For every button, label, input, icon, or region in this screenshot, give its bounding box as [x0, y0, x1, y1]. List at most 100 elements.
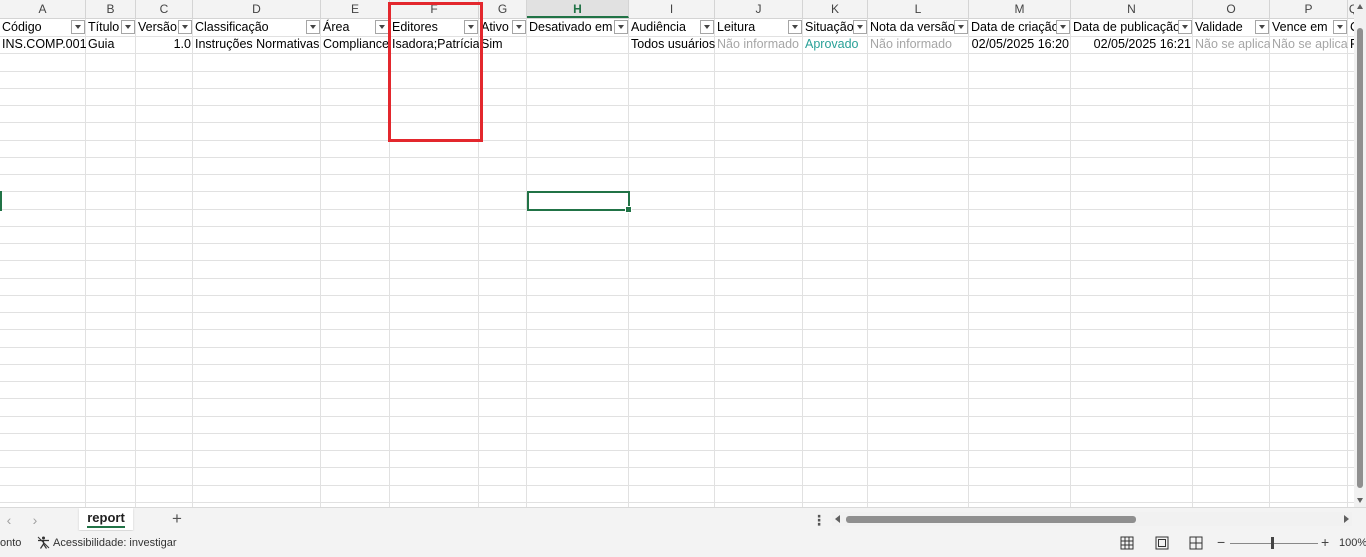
chevron-right-icon[interactable]: › [28, 513, 42, 527]
filter-dropdown-icon[interactable] [306, 20, 320, 34]
scroll-right-arrow-icon[interactable] [1344, 515, 1349, 523]
vertical-gridline [1347, 19, 1348, 507]
column-header-g[interactable]: G [479, 0, 527, 18]
filter-dropdown-icon[interactable] [954, 20, 968, 34]
vertical-scrollbar[interactable] [1354, 0, 1366, 507]
horizontal-gridline [0, 53, 1354, 55]
filter-dropdown-icon[interactable] [614, 20, 628, 34]
column-header-e[interactable]: E [321, 0, 390, 18]
filter-dropdown-icon[interactable] [71, 20, 85, 34]
horizontal-gridline [0, 415, 1354, 417]
vertical-gridline [714, 19, 715, 507]
data-cell-j[interactable]: Não informado [715, 36, 803, 53]
filter-dropdown-icon[interactable] [1255, 20, 1269, 34]
vertical-gridline [192, 19, 193, 507]
horizontal-gridline [0, 208, 1354, 210]
page-layout-view-icon[interactable] [1155, 536, 1169, 550]
column-header-j[interactable]: J [715, 0, 803, 18]
filter-dropdown-icon[interactable] [788, 20, 802, 34]
scroll-up-arrow-icon[interactable] [1357, 4, 1363, 9]
fill-handle[interactable] [625, 206, 632, 213]
zoom-in-button[interactable]: + [1321, 534, 1329, 550]
active-row-indicator [0, 191, 2, 211]
data-cell-g[interactable]: Sim [479, 36, 527, 53]
column-header-h[interactable]: H [527, 0, 629, 18]
data-cell-d[interactable]: Instruções Normativas [193, 36, 321, 53]
column-header-i[interactable]: I [629, 0, 715, 18]
zoom-level[interactable]: 100% [1339, 537, 1366, 549]
horizontal-gridline [0, 294, 1354, 296]
scroll-down-arrow-icon[interactable] [1357, 498, 1363, 503]
data-cell-n[interactable]: 02/05/2025 16:21 [1071, 36, 1193, 53]
sheet-tab-bar: ‹ › report + ⋮ [0, 507, 1366, 532]
filter-dropdown-icon[interactable] [512, 20, 526, 34]
horizontal-gridline [0, 484, 1354, 486]
data-cell-m[interactable]: 02/05/2025 16:20 [969, 36, 1071, 53]
add-sheet-button[interactable]: + [168, 510, 186, 528]
filter-dropdown-icon[interactable] [121, 20, 135, 34]
sheet-tab-report[interactable]: report [79, 508, 133, 530]
filter-dropdown-icon[interactable] [1333, 20, 1347, 34]
column-header-d[interactable]: D [193, 0, 321, 18]
header-cell-d[interactable]: Classificação [193, 19, 321, 36]
accessibility-status[interactable]: Acessibilidade: investigar [53, 537, 177, 549]
accessibility-icon[interactable] [37, 536, 50, 549]
filter-dropdown-icon[interactable] [375, 20, 389, 34]
column-header-c[interactable]: C [136, 0, 193, 18]
spreadsheet-grid[interactable]: ABCDEFGHIJKLMNOPQ Código Título Versão Clas… [0, 0, 1354, 507]
page-break-view-icon[interactable] [1189, 536, 1203, 550]
horizontal-gridline [0, 174, 1354, 175]
vertical-gridline [867, 19, 868, 507]
horizontal-gridline [0, 381, 1354, 382]
data-cell-a[interactable]: INS.COMP.001 [0, 36, 86, 53]
horizontal-scrollbar[interactable] [832, 512, 1352, 526]
column-header-p[interactable]: P [1270, 0, 1348, 18]
zoom-slider-track[interactable] [1230, 543, 1318, 544]
zoom-out-button[interactable]: − [1217, 534, 1225, 550]
zoom-slider-knob[interactable] [1271, 537, 1274, 549]
data-cell-e[interactable]: Compliance [321, 36, 390, 53]
column-header-l[interactable]: L [868, 0, 969, 18]
horizontal-gridline [0, 312, 1354, 313]
filter-dropdown-icon[interactable] [1178, 20, 1192, 34]
gridlines [0, 19, 1354, 507]
data-cell-b[interactable]: Guia [86, 36, 136, 53]
filter-dropdown-icon[interactable] [700, 20, 714, 34]
horizontal-gridline [0, 329, 1354, 331]
header-cell-n[interactable]: Data de publicação [1071, 19, 1193, 36]
column-header-k[interactable]: K [803, 0, 868, 18]
chevron-left-icon[interactable]: ‹ [2, 513, 16, 527]
column-header-o[interactable]: O [1193, 0, 1270, 18]
horizontal-gridline [0, 346, 1354, 348]
column-header-row: ABCDEFGHIJKLMNOPQ [0, 0, 1354, 19]
horizontal-gridline [0, 243, 1354, 244]
filter-dropdown-icon[interactable] [178, 20, 192, 34]
horizontal-gridline [0, 450, 1354, 451]
data-cell-i[interactable]: Todos usuários [629, 36, 715, 53]
column-header-n[interactable]: N [1071, 0, 1193, 18]
normal-view-icon[interactable] [1120, 536, 1134, 550]
horizontal-scroll-thumb[interactable] [846, 516, 1136, 523]
column-header-b[interactable]: B [86, 0, 136, 18]
data-cell-h[interactable] [527, 36, 629, 53]
horizontal-gridline [0, 432, 1354, 434]
filter-dropdown-icon[interactable] [853, 20, 867, 34]
column-header-a[interactable]: A [0, 0, 86, 18]
data-cell-o[interactable]: Não se aplica [1193, 36, 1270, 53]
horizontal-gridline [0, 191, 1354, 193]
filter-dropdown-icon[interactable] [1056, 20, 1070, 34]
active-cell-h11[interactable] [527, 191, 632, 213]
data-cell-p[interactable]: Não se aplica [1270, 36, 1348, 53]
tab-menu-icon[interactable]: ⋮ [812, 511, 826, 529]
data-cell-c[interactable]: 1.0 [136, 36, 193, 53]
column-header-m[interactable]: M [969, 0, 1071, 18]
horizontal-gridline [0, 139, 1354, 141]
vertical-gridline [628, 19, 629, 507]
vertical-scroll-thumb[interactable] [1357, 28, 1363, 488]
vertical-gridline [1269, 19, 1270, 507]
data-cell-k[interactable]: Aprovado [803, 36, 868, 53]
vertical-gridline [85, 19, 86, 507]
scroll-left-arrow-icon[interactable] [835, 515, 840, 523]
vertical-gridline [968, 19, 969, 507]
data-cell-l[interactable]: Não informado [868, 36, 969, 53]
